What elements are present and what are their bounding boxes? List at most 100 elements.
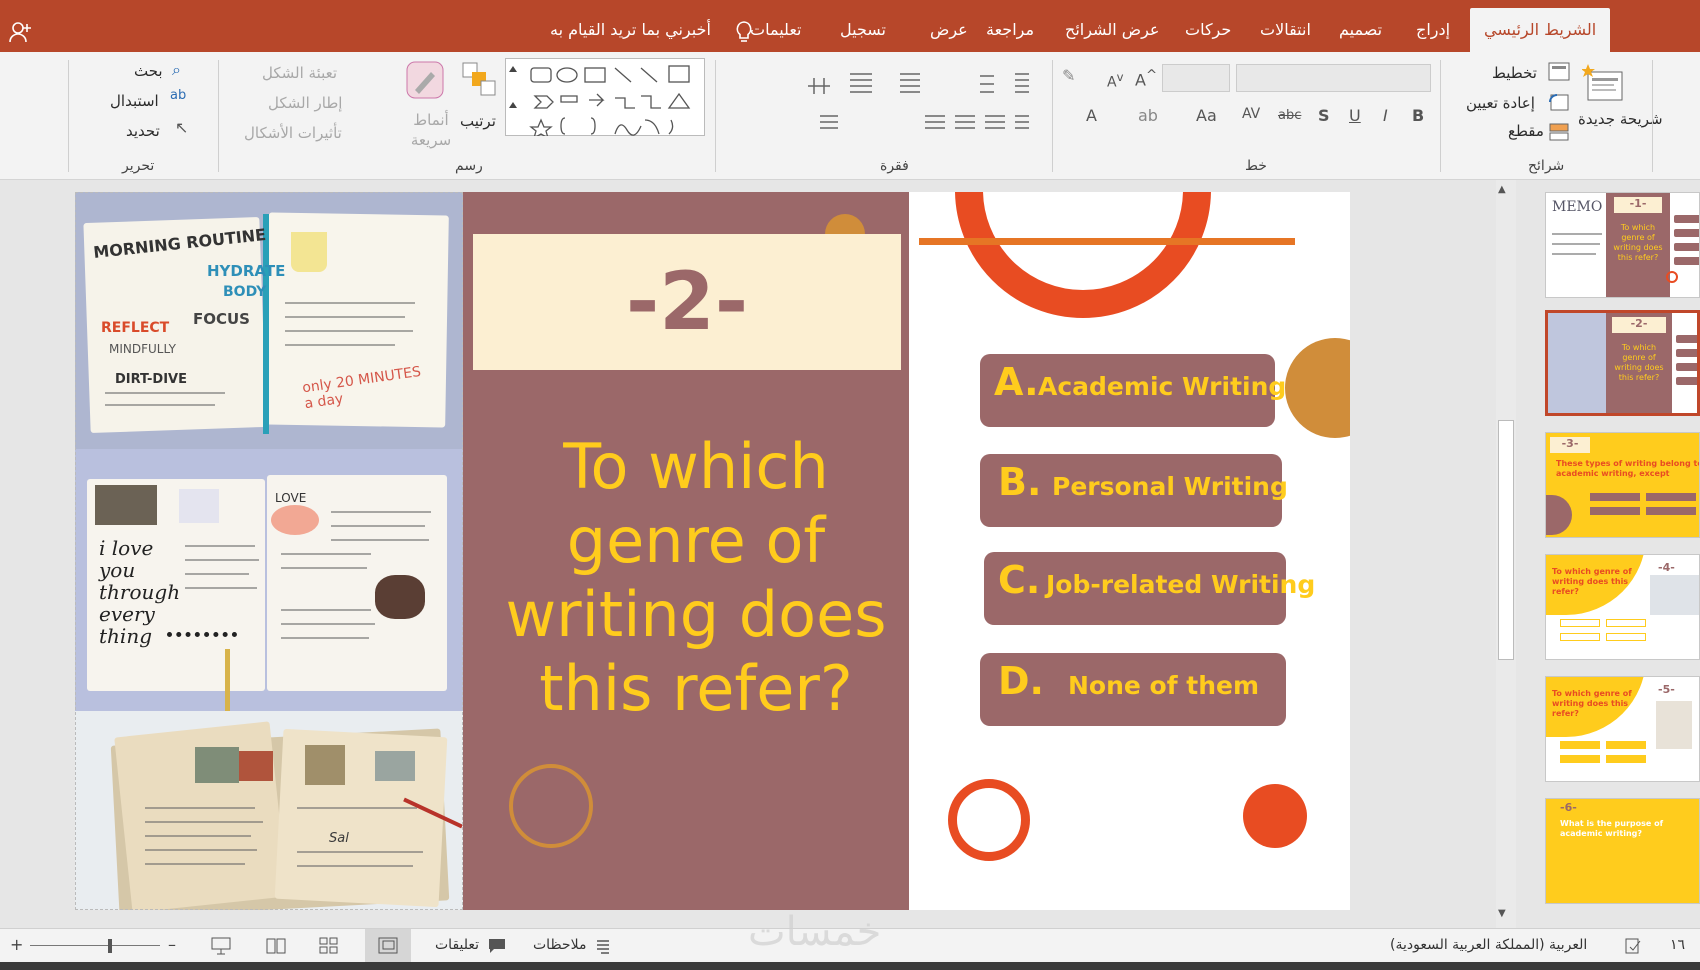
watermark: خمسات <box>748 909 882 955</box>
notes-button[interactable]: ملاحظات <box>533 937 586 953</box>
thumbnail-6[interactable]: -6- What is the purpose of academic writ… <box>1545 798 1700 904</box>
change-case-button[interactable]: Aa <box>1196 106 1217 125</box>
section-button[interactable]: مقطع <box>1508 122 1544 140</box>
arrange-button[interactable]: ترتيب <box>460 112 496 130</box>
decor-ring-orange-bottom <box>948 779 1030 861</box>
slide-canvas[interactable]: MORNING ROUTINE HYDRATE BODY FOCUS REFLE… <box>75 192 1350 910</box>
lightbulb-icon[interactable] <box>735 20 753 44</box>
thumbnail-4[interactable]: To which genre of writing does this refe… <box>1545 554 1700 660</box>
zoom-out-icon[interactable]: – <box>168 935 176 954</box>
cursor-icon: ↖ <box>175 118 189 137</box>
notes-icon <box>597 940 609 954</box>
underline-button[interactable]: U <box>1349 106 1361 125</box>
scroll-down-icon[interactable]: ▼ <box>1498 908 1506 919</box>
search-icon: ⌕ <box>172 60 181 79</box>
journal-photo-1: MORNING ROUTINE HYDRATE BODY FOCUS REFLE… <box>75 192 463 449</box>
tab-home[interactable]: الشريط الرئيسي <box>1470 8 1611 52</box>
tell-me-search[interactable]: أخبرني بما تريد القيام به <box>550 8 711 52</box>
tab-slideshow[interactable]: عرض الشرائح <box>1065 8 1159 52</box>
reset-button[interactable]: إعادة تعيين <box>1466 94 1535 112</box>
font-color-button[interactable]: A <box>1086 106 1097 125</box>
normal-view-button[interactable] <box>365 929 411 963</box>
vertical-scrollbar[interactable]: ▲ ▼ <box>1496 180 1516 928</box>
zoom-slider-thumb[interactable] <box>108 939 112 953</box>
decor-circle-ochre <box>1285 338 1350 438</box>
replace-button[interactable]: استبدال <box>110 92 159 110</box>
decor-ring-orange-top <box>955 192 1211 318</box>
replace-icon: ab <box>170 88 187 103</box>
quick-styles-icon[interactable] <box>405 60 445 104</box>
section-icon <box>1549 123 1569 141</box>
zoom-in-icon[interactable]: + <box>10 935 23 954</box>
tab-view[interactable]: عرض <box>930 8 968 52</box>
italic-button[interactable]: I <box>1383 106 1388 125</box>
shadow-button[interactable]: S <box>1318 106 1330 125</box>
font-name-dropdown[interactable] <box>1236 64 1431 92</box>
layout-icon <box>1548 62 1570 81</box>
font-size-dropdown[interactable] <box>1162 64 1230 92</box>
decor-dot-orange <box>1243 784 1307 848</box>
shape-outline-button[interactable]: إطار الشكل <box>268 94 342 112</box>
answer-option-c[interactable]: C. Job-related Writing <box>984 552 1315 625</box>
strikethrough-button[interactable]: abc <box>1278 108 1301 123</box>
arrange-icon[interactable] <box>460 60 498 102</box>
highlight-icon[interactable]: ab <box>1138 106 1158 125</box>
tab-help[interactable]: تعليمات <box>750 8 801 52</box>
spellcheck-icon[interactable] <box>1624 937 1642 955</box>
scroll-thumb[interactable] <box>1498 420 1514 660</box>
thumbnail-3[interactable]: -3- These types of writing belong to aca… <box>1545 432 1700 538</box>
comments-button[interactable]: تعليقات <box>435 937 479 953</box>
share-user-icon[interactable] <box>8 20 32 44</box>
thumbnail-1[interactable]: MEMO -1- To which genre of writing does … <box>1545 192 1700 298</box>
slideshow-view-icon[interactable] <box>210 936 232 956</box>
tab-design[interactable]: تصميم <box>1339 8 1382 52</box>
status-bar: + – تعليقات ملاحظات خمسات العربية (الممل… <box>0 909 1700 963</box>
paragraph-tools[interactable] <box>790 64 1040 154</box>
char-spacing-button[interactable]: AV <box>1242 106 1260 122</box>
reset-icon <box>1549 94 1569 111</box>
grow-font-icon[interactable]: A^ <box>1135 68 1157 89</box>
shapes-gallery[interactable] <box>505 58 705 136</box>
group-label-editing: تحرير <box>122 158 155 174</box>
group-label-drawing: رسم <box>455 158 483 174</box>
select-button[interactable]: تحديد <box>126 122 160 140</box>
find-button[interactable]: بحث <box>134 62 163 80</box>
group-label-font: خط <box>1245 158 1267 174</box>
slide-number-indicator: ١٦ <box>1670 937 1686 953</box>
tab-insert[interactable]: إدراج <box>1416 8 1450 52</box>
shape-fill-button[interactable]: تعبئة الشكل <box>262 64 337 82</box>
tab-review[interactable]: مراجعة <box>986 8 1034 52</box>
new-slide-icon[interactable] <box>1582 62 1624 108</box>
sorter-view-icon[interactable] <box>318 936 340 956</box>
scroll-up-icon[interactable]: ▲ <box>1498 184 1506 195</box>
slide-number: -2- <box>625 255 749 348</box>
decor-bar <box>919 238 1295 245</box>
bold-button[interactable]: B <box>1412 106 1424 125</box>
tab-transitions[interactable]: انتقالات <box>1260 8 1311 52</box>
group-label-slides: شرائح <box>1528 158 1565 174</box>
taskbar-edge <box>0 962 1700 970</box>
ribbon-tab-bar: الشريط الرئيسي إدراج تصميم انتقالات حركا… <box>0 0 1700 52</box>
layout-button[interactable]: تخطيط <box>1492 64 1537 82</box>
answer-option-b[interactable]: B. Personal Writing <box>980 454 1288 527</box>
clear-format-icon[interactable]: ✎ <box>1062 66 1075 85</box>
new-slide-button[interactable]: شريحة جديدة <box>1578 110 1663 128</box>
answer-option-d[interactable]: D. None of them <box>980 653 1286 726</box>
tab-animations[interactable]: حركات <box>1185 8 1231 52</box>
shrink-font-icon[interactable]: Av <box>1107 70 1123 91</box>
group-label-paragraph: فقرة <box>880 158 909 174</box>
thumbnail-5[interactable]: To which genre of writing does this refe… <box>1545 676 1700 782</box>
reading-view-icon[interactable] <box>265 936 287 956</box>
language-indicator[interactable]: العربية (المملكة العربية السعودية) <box>1390 937 1587 953</box>
zoom-slider[interactable] <box>30 945 160 946</box>
tab-record[interactable]: تسجيل <box>840 8 886 52</box>
answer-option-a[interactable]: A. Academic Writing <box>980 354 1286 427</box>
question-text: To which genre of writing does this refe… <box>505 430 887 725</box>
journal-photo-2: LOVE i love you through every thing <box>75 449 463 711</box>
quick-styles-button[interactable]: أنماط سريعة <box>408 110 454 150</box>
shape-effects-button[interactable]: تأثيرات الأشكال <box>244 124 342 142</box>
thumbnail-2-selected[interactable]: -2- To which genre of writing does this … <box>1545 310 1700 416</box>
normal-view-icon <box>378 937 398 954</box>
decor-ring-ochre <box>509 764 593 848</box>
journal-photo-3: Sal <box>75 711 463 910</box>
